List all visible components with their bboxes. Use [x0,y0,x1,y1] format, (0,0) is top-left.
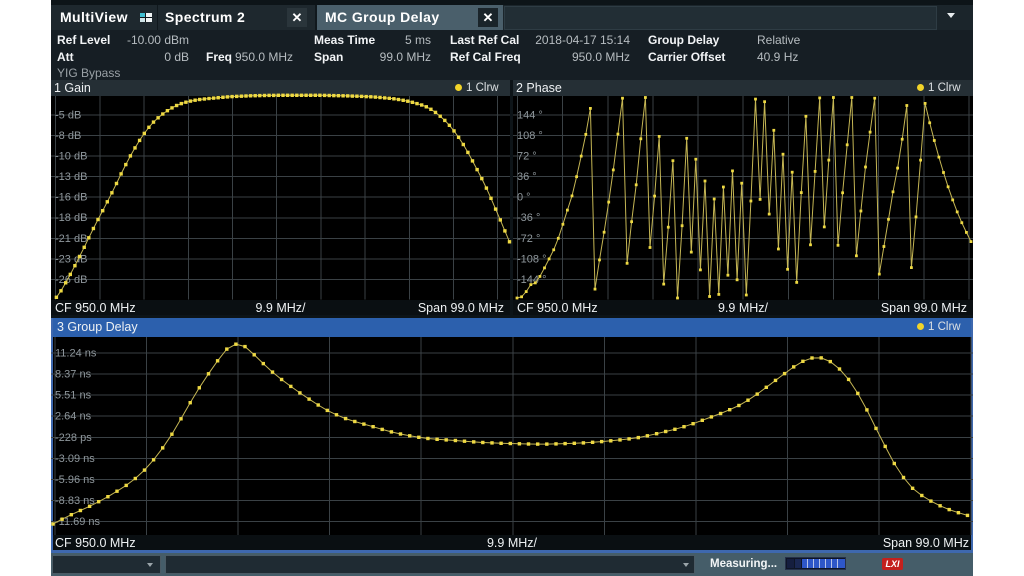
svg-text:36 °: 36 ° [517,171,537,183]
svg-text:8.37 ns: 8.37 ns [55,369,92,381]
svg-text:-13 dB: -13 dB [55,171,87,183]
svg-text:-228 ps: -228 ps [55,432,92,444]
svg-text:-8 dB: -8 dB [55,130,81,142]
svg-text:-18 dB: -18 dB [55,212,87,224]
svg-text:5.51 ns: 5.51 ns [55,390,92,402]
svg-text:-36 °: -36 ° [517,212,540,224]
svg-text:11.24 ns: 11.24 ns [55,347,97,359]
svg-text:-21 dB: -21 dB [55,233,87,245]
svg-text:-5 dB: -5 dB [55,110,81,122]
svg-text:-16 dB: -16 dB [55,192,87,204]
svg-text:2.64 ns: 2.64 ns [55,411,92,423]
svg-text:-72 °: -72 ° [517,233,540,245]
svg-text:-10 dB: -10 dB [55,151,87,163]
svg-text:108 °: 108 ° [517,130,543,142]
svg-text:144 °: 144 ° [517,110,543,122]
svg-text:-5.96 ns: -5.96 ns [55,474,95,486]
svg-text:-108 °: -108 ° [517,253,546,265]
svg-text:72 °: 72 ° [517,151,537,163]
svg-text:-3.09 ns: -3.09 ns [55,453,95,465]
svg-text:0 °: 0 ° [517,192,531,204]
svg-text:-23 dB: -23 dB [55,253,87,265]
